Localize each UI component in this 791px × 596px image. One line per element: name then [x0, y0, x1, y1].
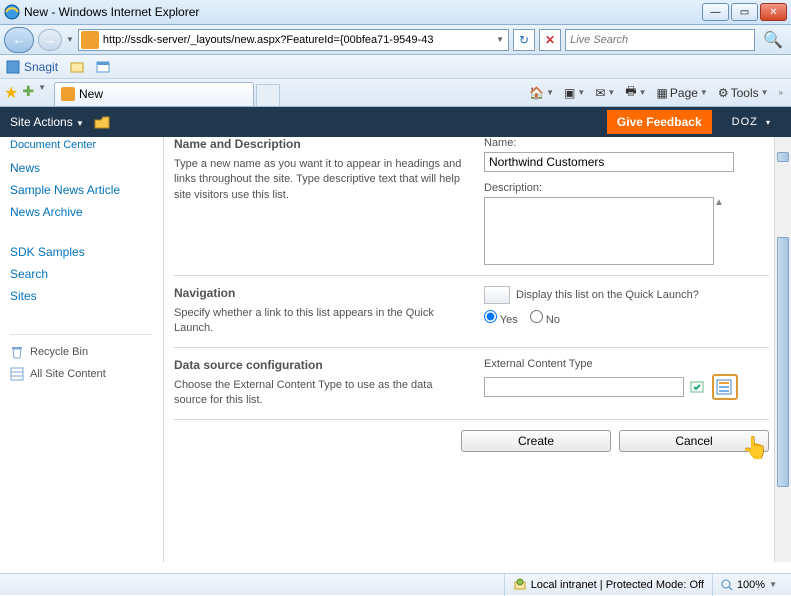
recycle-bin-link[interactable]: Recycle Bin [10, 341, 153, 363]
name-input[interactable] [484, 152, 734, 172]
browser-search-input[interactable] [565, 29, 755, 51]
tab-favicon [61, 87, 75, 101]
entity-picker-icon [716, 378, 734, 396]
search-button[interactable]: 🔍 [759, 30, 787, 50]
ql-no-option[interactable]: No [530, 310, 560, 326]
page-menu[interactable]: ▦ Page▼ [653, 84, 712, 102]
all-site-content-link[interactable]: All Site Content [10, 363, 153, 385]
feeds-button[interactable]: ▣▼ [560, 84, 589, 102]
page-content: Document Center News Sample News Article… [0, 137, 791, 562]
site-favicon [81, 31, 99, 49]
check-names-icon [690, 379, 706, 395]
status-bar: Local intranet | Protected Mode: Off 100… [0, 573, 791, 595]
ql-no-radio[interactable] [530, 310, 543, 323]
section-desc-dsc: Choose the External Content Type to use … [174, 378, 464, 409]
window-title: New - Windows Internet Explorer [24, 5, 199, 19]
cancel-button[interactable]: Cancel [619, 430, 769, 452]
links-icon-2[interactable] [96, 60, 110, 74]
intranet-icon [513, 578, 527, 592]
nav-sdk-samples[interactable]: SDK Samples [10, 241, 153, 263]
quick-launch-prompt: Display this list on the Quick Launch? [516, 289, 699, 301]
zoom-control[interactable]: 100% ▼ [712, 574, 785, 596]
minimize-button[interactable]: — [702, 3, 729, 21]
url-dropdown[interactable]: ▼ [492, 35, 508, 44]
refresh-button[interactable]: ↻ [513, 29, 535, 51]
url-input[interactable] [101, 30, 492, 50]
close-button[interactable]: ✕ [760, 3, 787, 21]
recycle-bin-icon [10, 345, 24, 359]
links-toolbar: Snagit [0, 55, 791, 79]
section-title-name: Name and Description [174, 137, 464, 151]
stop-button[interactable]: ✕ [539, 29, 561, 51]
section-title-nav: Navigation [174, 286, 464, 300]
form-button-row: Create Cancel [174, 419, 769, 462]
toolbar-overflow[interactable]: » [775, 88, 787, 97]
section-navigation: Navigation Specify whether a link to thi… [174, 275, 769, 347]
ie-icon [4, 4, 20, 20]
quick-launch-preview-icon [484, 286, 510, 304]
forward-button[interactable]: → [38, 29, 62, 51]
nav-search[interactable]: Search [10, 263, 153, 285]
ect-label: External Content Type [484, 358, 769, 370]
scroll-thumb-top[interactable] [777, 152, 789, 162]
home-button[interactable]: 🏠▼ [525, 84, 558, 102]
section-desc-nav: Specify whether a link to this list appe… [174, 306, 464, 337]
description-textarea[interactable] [484, 197, 714, 265]
tab-title: New [79, 87, 103, 101]
sharepoint-ribbon: Site Actions ▼ Give Feedback DOZ ▾ [0, 107, 791, 137]
create-button[interactable]: Create [461, 430, 611, 452]
security-zone[interactable]: Local intranet | Protected Mode: Off [504, 574, 712, 596]
section-name-description: Name and Description Type a new name as … [174, 137, 769, 275]
feedback-button[interactable]: Give Feedback [607, 110, 712, 134]
favorites-dropdown[interactable]: ▼ [38, 83, 46, 103]
browser-tab[interactable]: New [54, 82, 254, 106]
section-title-dsc: Data source configuration [174, 358, 464, 372]
name-label: Name: [484, 137, 769, 149]
content-scrollbar[interactable] [774, 137, 791, 562]
ql-yes-radio[interactable] [484, 310, 497, 323]
address-bar[interactable]: ▼ [78, 29, 509, 51]
tab-bar: ★ ✚ ▼ New 🏠▼ ▣▼ ✉▼ 🖶▼ ▦ Page▼ ⚙ Tools▼ » [0, 79, 791, 107]
quick-launch: Document Center News Sample News Article… [0, 137, 164, 562]
snagit-icon [6, 60, 20, 74]
mail-button[interactable]: ✉▼ [591, 84, 619, 102]
maximize-button[interactable]: ▭ [731, 3, 758, 21]
all-content-icon [10, 367, 24, 381]
section-desc-name: Type a new name as you want it to appear… [174, 157, 464, 203]
links-icon-1[interactable] [70, 60, 84, 74]
tools-menu[interactable]: ⚙ Tools▼ [714, 84, 773, 102]
history-dropdown[interactable]: ▼ [66, 35, 74, 44]
ect-picker-button[interactable] [712, 374, 738, 400]
ect-input[interactable] [484, 377, 684, 397]
new-tab-button[interactable] [256, 84, 280, 106]
back-button[interactable]: ← [4, 27, 34, 53]
snagit-link[interactable]: Snagit [6, 60, 58, 74]
site-actions-menu[interactable]: Site Actions ▼ [10, 115, 84, 129]
nav-news-archive[interactable]: News Archive [10, 201, 153, 223]
form-pane: Name and Description Type a new name as … [164, 137, 791, 562]
nav-news[interactable]: News [10, 157, 153, 179]
nav-toolbar: ← → ▼ ▼ ↻ ✕ 🔍 [0, 25, 791, 55]
print-button[interactable]: 🖶▼ [621, 80, 650, 105]
zoom-icon [721, 579, 733, 591]
window-titlebar: New - Windows Internet Explorer — ▭ ✕ [0, 0, 791, 25]
section-data-source: Data source configuration Choose the Ext… [174, 347, 769, 419]
ect-check-button[interactable] [688, 377, 708, 397]
navigate-up-icon[interactable] [94, 115, 110, 129]
nav-heading-truncated[interactable]: Document Center [10, 139, 153, 151]
nav-sites[interactable]: Sites [10, 285, 153, 307]
favorites-bar-icon[interactable]: ✚ [22, 83, 34, 103]
description-label: Description: [484, 182, 769, 194]
nav-sample-news[interactable]: Sample News Article [10, 179, 153, 201]
user-menu[interactable]: DOZ ▾ [722, 116, 781, 128]
scroll-thumb[interactable] [777, 237, 789, 487]
favorites-add-icon[interactable]: ★ [4, 83, 18, 103]
ql-yes-option[interactable]: Yes [484, 310, 518, 326]
